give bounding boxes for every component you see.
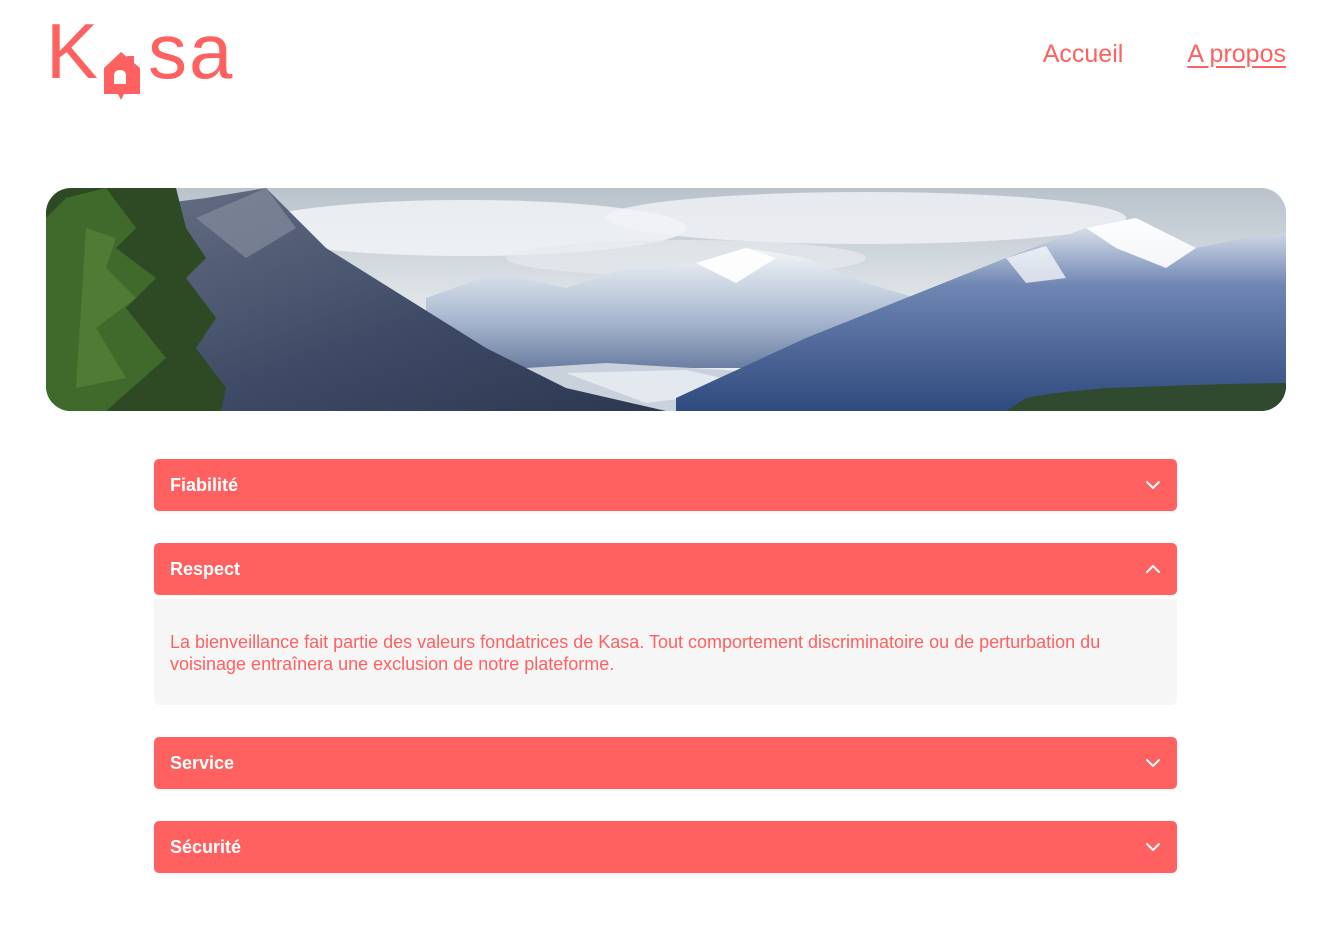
collapse-title: Sécurité (170, 836, 242, 857)
house-icon (96, 36, 146, 100)
about-page: K sa Accueil A propos Fiabilité Respect … (0, 0, 1339, 936)
collapse-respect: Respect La bienveillance fait partie des… (154, 543, 1177, 705)
logo-letters-sa: sa (148, 7, 235, 95)
banner-image (46, 188, 1286, 411)
values-accordion: Fiabilité Respect La bienveillance fait … (154, 459, 1177, 905)
main-nav: Accueil A propos (1043, 40, 1286, 69)
collapse-fiabilite: Fiabilité (154, 459, 1177, 511)
collapse-securite: Sécurité (154, 821, 1177, 873)
nav-link-a-propos[interactable]: A propos (1187, 40, 1286, 69)
site-header: K sa Accueil A propos (46, 12, 1286, 100)
nav-link-accueil[interactable]: Accueil (1043, 40, 1124, 69)
collapse-content-respect: La bienveillance fait partie des valeurs… (154, 599, 1177, 705)
kasa-logo[interactable]: K sa (46, 12, 234, 100)
collapse-title: Respect (170, 558, 241, 579)
collapse-service: Service (154, 737, 1177, 789)
collapse-title: Fiabilité (170, 474, 239, 495)
collapse-header-service[interactable]: Service (154, 737, 1177, 789)
collapse-header-fiabilite[interactable]: Fiabilité (154, 459, 1177, 511)
chevron-up-icon[interactable] (1145, 561, 1161, 577)
logo-letter-k: K (46, 7, 101, 95)
chevron-down-icon[interactable] (1145, 755, 1161, 771)
chevron-down-icon[interactable] (1145, 477, 1161, 493)
chevron-down-icon[interactable] (1145, 839, 1161, 855)
collapse-header-securite[interactable]: Sécurité (154, 821, 1177, 873)
collapse-header-respect[interactable]: Respect (154, 543, 1177, 595)
collapse-text: La bienveillance fait partie des valeurs… (170, 632, 1101, 674)
collapse-title: Service (170, 752, 235, 773)
